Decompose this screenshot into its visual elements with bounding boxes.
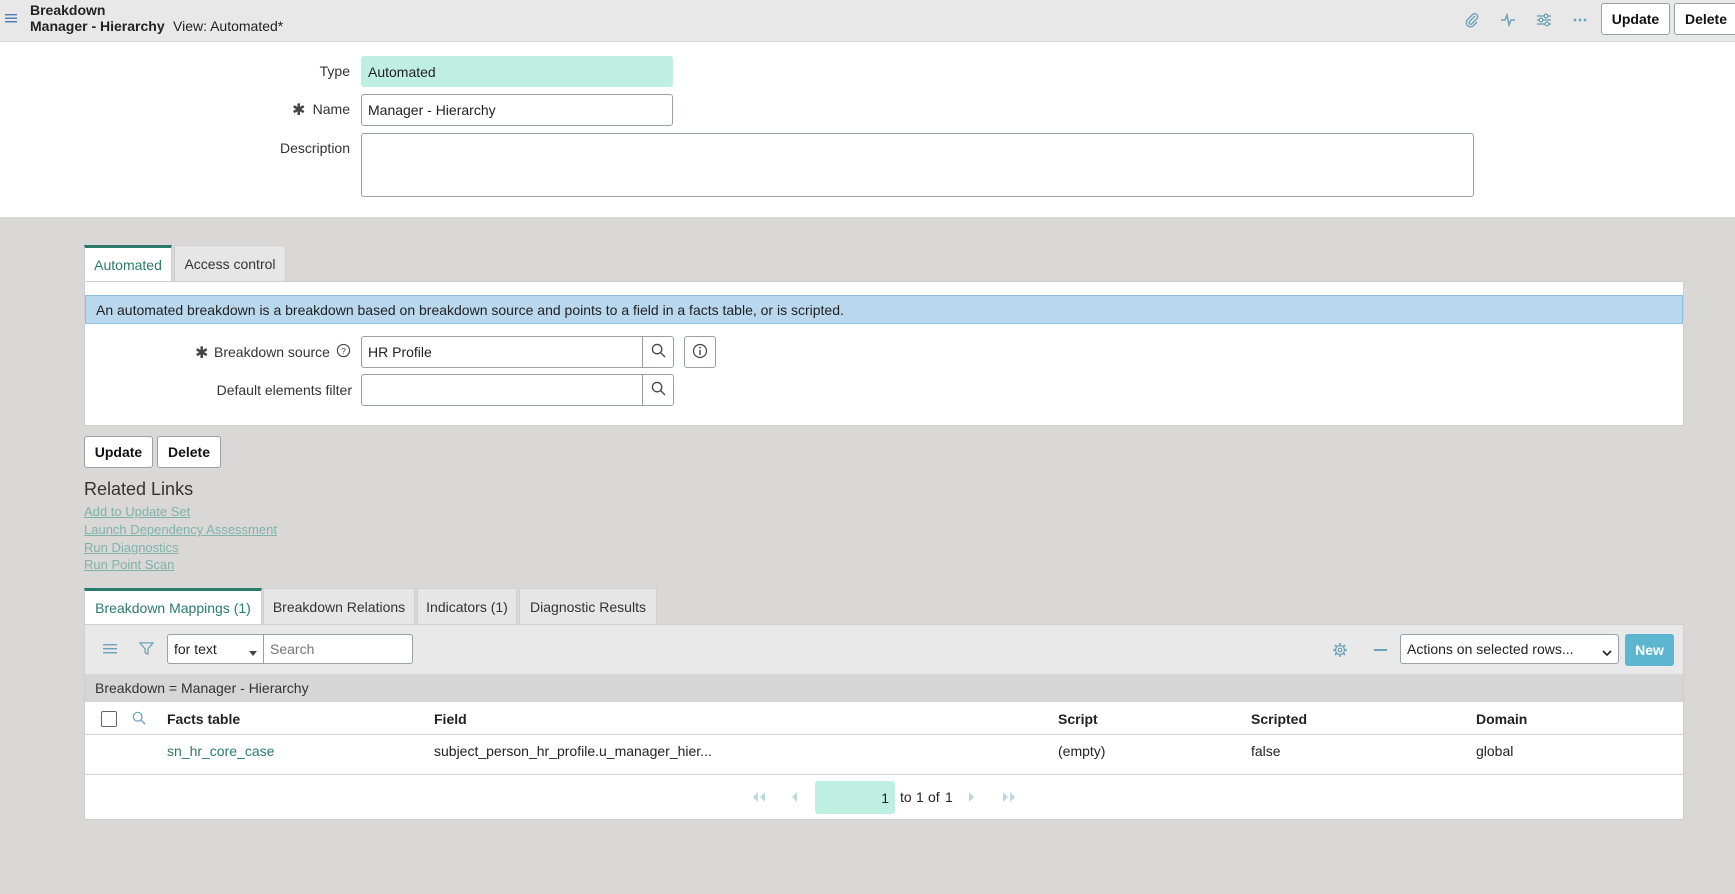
view-label: View: Automated*	[173, 18, 284, 34]
header-delete-button[interactable]: Delete	[1674, 3, 1735, 35]
pager-end: 1	[916, 789, 924, 805]
more-options-icon[interactable]	[1570, 10, 1590, 30]
info-message: An automated breakdown is a breakdown ba…	[85, 295, 1683, 324]
link-add-to-update-set[interactable]: Add to Update Set	[84, 504, 190, 519]
name-label: Name	[312, 101, 350, 117]
row-domain: global	[1476, 743, 1514, 759]
update-button[interactable]: Update	[84, 436, 153, 468]
actions-select-value: Actions on selected rows...	[1407, 641, 1574, 657]
current-page-input[interactable]: 1	[815, 781, 895, 814]
row-facts-table-link[interactable]: sn_hr_core_case	[167, 743, 274, 759]
column-header-scripted[interactable]: Scripted	[1251, 711, 1307, 727]
tab-indicators[interactable]: Indicators (1)	[417, 588, 517, 624]
form-title: Breakdown	[30, 2, 106, 18]
breakdown-source-label: Breakdown source	[214, 344, 330, 360]
description-label: Description	[279, 140, 350, 156]
tab-access-control[interactable]: Access control	[174, 245, 286, 281]
breakdown-source-input[interactable]: HR Profile	[361, 336, 643, 368]
last-page-icon[interactable]	[1002, 790, 1016, 806]
row-script: (empty)	[1058, 743, 1106, 759]
search-field-select[interactable]: for text	[167, 634, 264, 664]
column-header-facts-table[interactable]: Facts table	[167, 711, 240, 727]
header-update-button[interactable]: Update	[1601, 3, 1670, 35]
preview-record-button[interactable]	[684, 336, 716, 368]
tab-automated[interactable]: Automated	[84, 245, 172, 281]
pager-of-label: of	[928, 789, 940, 805]
next-page-icon[interactable]	[968, 790, 976, 806]
menu-icon[interactable]	[5, 10, 17, 30]
actions-select[interactable]: Actions on selected rows...	[1400, 634, 1619, 664]
activity-icon[interactable]	[1498, 10, 1518, 30]
link-launch-dependency-assessment[interactable]: Launch Dependency Assessment	[84, 522, 277, 537]
select-all-checkbox[interactable]	[101, 711, 117, 727]
row-divider	[85, 774, 1683, 775]
default-elements-filter-label: Default elements filter	[216, 382, 352, 398]
list-search-input[interactable]	[263, 634, 413, 664]
record-name-title: Manager - Hierarchy	[30, 18, 165, 34]
chevron-down-icon	[1602, 644, 1612, 660]
search-field-select-value: for text	[174, 641, 217, 657]
pager-total: 1	[945, 789, 953, 805]
new-button[interactable]: New	[1625, 634, 1674, 666]
column-search-icon[interactable]	[132, 711, 146, 728]
list-menu-icon[interactable]	[103, 642, 117, 659]
tab-breakdown-mappings[interactable]: Breakdown Mappings (1)	[84, 588, 262, 624]
gear-icon[interactable]	[1332, 642, 1348, 661]
tab-breakdown-relations[interactable]: Breakdown Relations	[263, 588, 415, 624]
search-icon	[651, 343, 666, 361]
tab-diagnostic-results[interactable]: Diagnostic Results	[519, 588, 657, 624]
settings-sliders-icon[interactable]	[1534, 10, 1554, 30]
link-run-diagnostics[interactable]: Run Diagnostics	[84, 540, 179, 555]
caret-down-icon	[249, 644, 257, 660]
attachment-icon[interactable]	[1462, 10, 1482, 30]
search-icon	[651, 381, 666, 399]
type-field: Automated	[361, 56, 673, 87]
pager-to-label: to	[900, 789, 912, 805]
row-scripted: false	[1251, 743, 1281, 759]
type-label: Type	[319, 63, 350, 79]
name-input[interactable]: Manager - Hierarchy	[361, 94, 673, 126]
required-icon: ✱	[292, 102, 306, 119]
header-divider	[85, 734, 1683, 735]
first-page-icon[interactable]	[752, 790, 766, 806]
svg-text:?: ?	[341, 346, 346, 356]
column-header-field[interactable]: Field	[434, 711, 467, 727]
related-links-title: Related Links	[84, 479, 194, 499]
list-condition-breadcrumb[interactable]: Breakdown = Manager - Hierarchy	[85, 674, 1683, 702]
form-header: Breakdown Manager - Hierarchy View: Auto…	[0, 0, 1735, 42]
delete-button[interactable]: Delete	[157, 436, 221, 468]
link-run-point-scan[interactable]: Run Point Scan	[84, 557, 174, 572]
filter-lookup-button[interactable]	[642, 374, 674, 406]
default-elements-filter-input[interactable]	[361, 374, 643, 406]
description-textarea[interactable]	[361, 133, 1474, 197]
filter-icon[interactable]	[138, 641, 155, 659]
previous-page-icon[interactable]	[790, 790, 798, 806]
info-icon	[692, 343, 708, 362]
required-icon: ✱	[195, 345, 209, 362]
help-icon[interactable]: ?	[336, 343, 351, 361]
column-header-domain[interactable]: Domain	[1476, 711, 1527, 727]
column-header-script[interactable]: Script	[1058, 711, 1098, 727]
row-field: subject_person_hr_profile.u_manager_hier…	[434, 743, 712, 759]
breakdown-source-lookup-button[interactable]	[642, 336, 674, 368]
collapse-icon[interactable]	[1374, 649, 1387, 651]
